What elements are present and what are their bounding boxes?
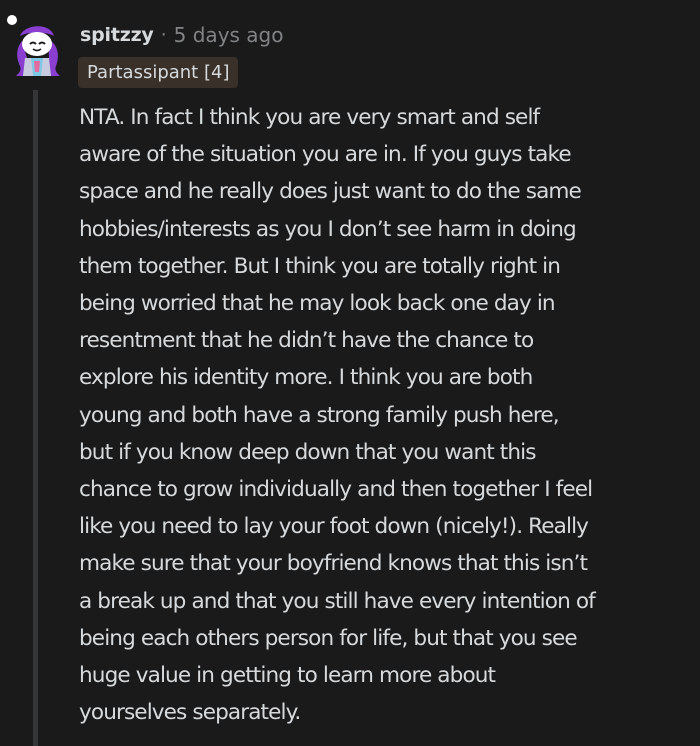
comment-meta: spitzzy · 5 days ago <box>80 21 284 49</box>
comment-body-line: chance to grow individually and then tog… <box>79 477 593 503</box>
comment-body-line: a break up and that you still have every… <box>79 588 596 614</box>
comment-body-line: aware of the situation you are in. If yo… <box>79 142 572 168</box>
comment-body-line: hobbies/interests as you I don’t see har… <box>79 216 577 242</box>
comment-body-line: NTA. In fact I think you are very smart … <box>79 105 540 130</box>
comment-body-line: being worried that he may look back one … <box>79 291 556 317</box>
comment-body-line: them together. But I think you are total… <box>79 253 561 279</box>
comment: spitzzy · 5 days ago Partassipant [4] NT… <box>0 0 700 746</box>
thread-line[interactable] <box>33 90 38 746</box>
comment-timestamp[interactable]: 5 days ago <box>174 23 284 47</box>
comment-body-line: young and both have a strong family push… <box>79 402 560 428</box>
username-link[interactable]: spitzzy <box>80 24 154 46</box>
comment-body-line: make sure that your boyfriend knows that… <box>79 551 588 577</box>
meta-separator: · <box>160 24 167 46</box>
comment-body-line: huge value in getting to learn more abou… <box>79 663 496 689</box>
comment-body-line: space and he really does just want to do… <box>79 179 582 205</box>
comment-body-line: but if you know deep down that you want … <box>79 439 537 465</box>
user-flair: Partassipant [4] <box>78 57 239 88</box>
comment-body-line: resentment that he didn’t have the chanc… <box>79 328 534 354</box>
comment-body-line: being each others person for life, but t… <box>79 625 578 651</box>
snoo-avatar-icon[interactable] <box>6 14 68 76</box>
comment-body: NTA. In fact I think you are very smart … <box>79 99 700 731</box>
comment-body-line: explore his identity more. I think you a… <box>79 365 533 391</box>
comment-body-line: yourselves separately. <box>79 700 301 726</box>
comment-body-line: like you need to lay your foot down (nic… <box>79 514 589 540</box>
